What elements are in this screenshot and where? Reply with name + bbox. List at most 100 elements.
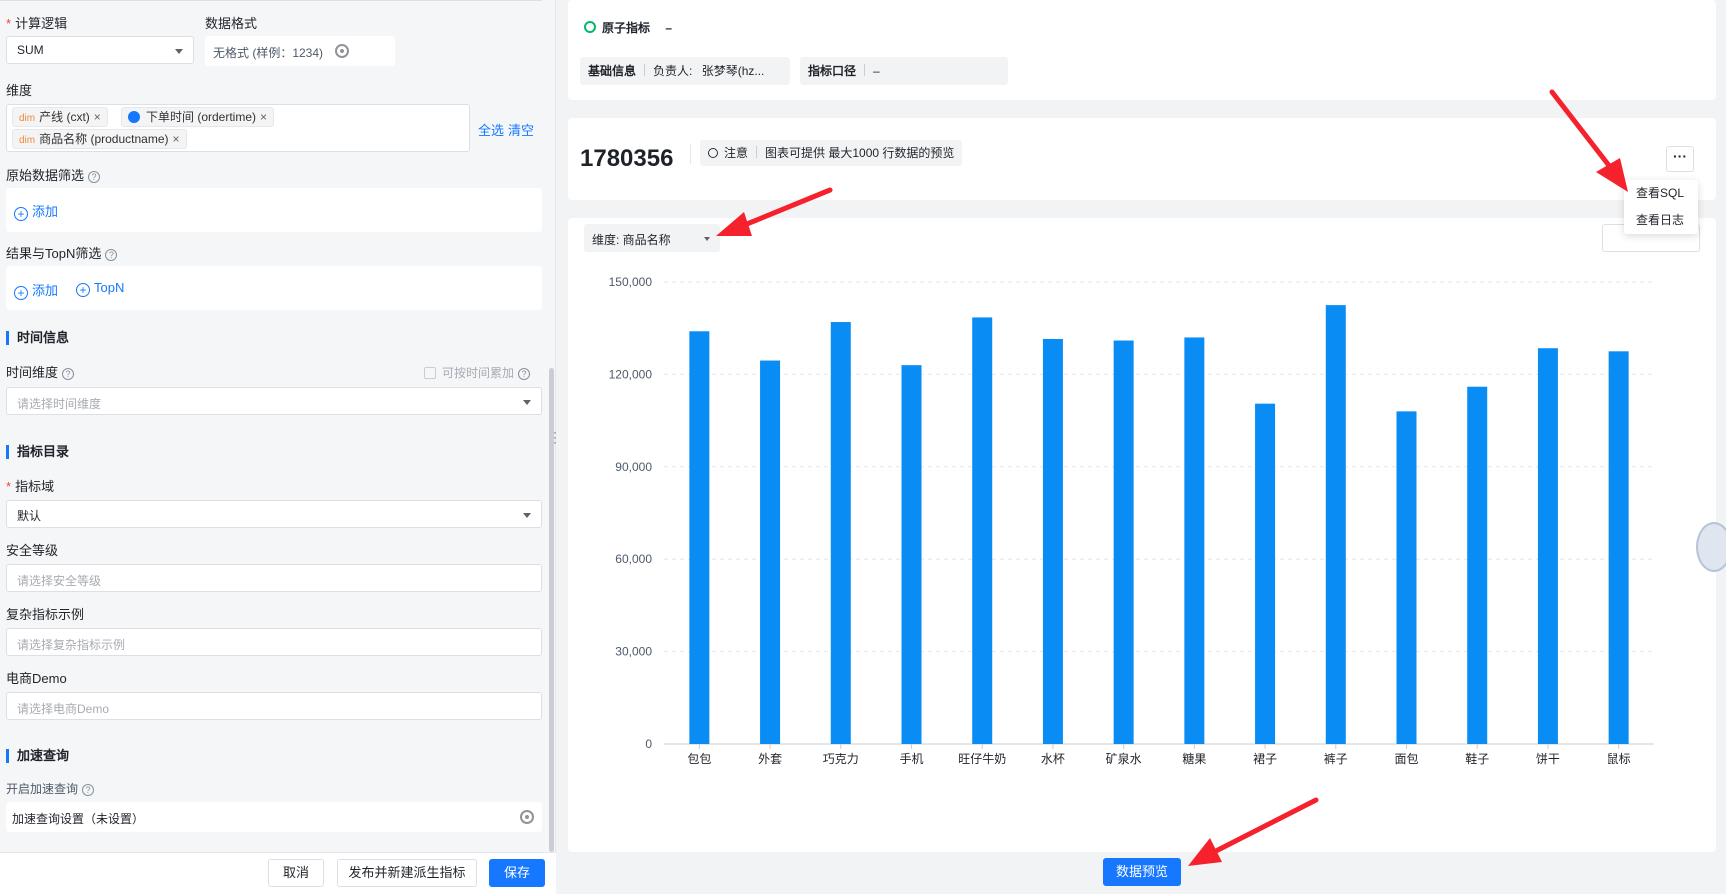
complex-example-label: 复杂指标示例 [6, 607, 85, 622]
dimension-select[interactable]: 维度: 商品名称 [584, 224, 720, 252]
dimension-tag-label: 商品名称 (productname) [39, 132, 169, 146]
x-tick-label: 裙子 [1253, 752, 1277, 766]
raw-filter-label-text: 原始数据筛选 [6, 168, 85, 183]
y-tick-label: 60,000 [615, 552, 652, 566]
add-raw-filter-button[interactable]: + 添加 [14, 201, 58, 221]
data-format-label: 数据格式 [205, 16, 258, 31]
dimension-tag: 下单时间 (ordertime) × [121, 107, 275, 127]
x-tick-label: 手机 [899, 752, 923, 766]
time-dimension-placeholder: 请选择时间维度 [17, 397, 102, 411]
accel-enable-label-text: 开启加速查询 [6, 782, 79, 796]
bar [689, 331, 710, 744]
add-result-filter-button[interactable]: + 添加 [14, 280, 58, 300]
calc-logic-select[interactable]: SUM [6, 36, 194, 64]
lightbulb-icon [708, 148, 718, 158]
dimension-tag: dim 产线 (cxt) × [12, 107, 108, 127]
bar [1184, 337, 1205, 744]
close-icon[interactable]: × [173, 132, 180, 146]
plus-icon: + [14, 286, 28, 300]
dim-icon: dim [19, 135, 36, 146]
bar [901, 365, 922, 744]
chevron-down-icon [523, 513, 531, 518]
notice-text: 图表可提供 最大1000 行数据的预览 [765, 146, 955, 160]
accel-settings-row[interactable]: 加速查询设置（未设置） [6, 802, 542, 832]
divider [0, 0, 542, 1]
bar [1042, 338, 1063, 744]
gear-icon[interactable] [335, 44, 349, 58]
security-select[interactable]: 请选择安全等级 [6, 564, 542, 592]
total-card: 1780356 注意 图表可提供 最大1000 行数据的预览 ··· [568, 118, 1716, 200]
menu-item-view-log[interactable]: 查看日志 [1624, 207, 1698, 234]
raw-filter-label: 原始数据筛选? [6, 165, 101, 184]
bar-chart: 0 30,000 60,000 90,000 120,000 150,000 包包 外套 巧克力… [609, 275, 1654, 766]
owner-label: 负责人: [653, 64, 693, 78]
chevron-down-icon [523, 400, 531, 405]
add-topn-button[interactable]: + TopN [76, 280, 124, 297]
save-button[interactable]: 保存 [489, 859, 545, 887]
bar [1537, 348, 1558, 744]
domain-select[interactable]: 默认 [6, 500, 542, 528]
dimension-tag: dim 商品名称 (productname) × [12, 129, 187, 149]
atomic-metric-value: – [665, 21, 673, 35]
close-icon[interactable]: × [94, 110, 101, 124]
help-icon: ? [62, 367, 75, 380]
add-topn-label: TopN [94, 280, 125, 295]
calc-logic-value: SUM [17, 43, 44, 57]
bar [1255, 403, 1276, 744]
y-tick-label: 150,000 [609, 275, 653, 289]
checkbox-icon [424, 367, 436, 379]
notice-label: 注意 [724, 146, 749, 160]
bar [830, 322, 851, 744]
y-tick-label: 120,000 [609, 367, 653, 381]
help-icon: ? [518, 367, 531, 380]
data-preview-button[interactable]: 数据预览 [1103, 858, 1181, 886]
x-tick-label: 鼠标 [1607, 752, 1631, 766]
more-button[interactable]: ··· [1666, 146, 1694, 172]
time-dimension-label: 时间维度? [6, 362, 75, 381]
x-tick-label: 水杯 [1041, 752, 1065, 766]
chart-card: 维度: 商品名称 0 30,000 60,000 90,000 120,000 150,0… [568, 218, 1716, 852]
complex-example-select[interactable]: 请选择复杂指标示例 [6, 628, 542, 656]
clock-icon [128, 111, 140, 123]
add-raw-filter-label: 添加 [32, 204, 59, 219]
time-accumulate-checkbox[interactable]: 可按时间累加? [424, 364, 531, 381]
ecom-demo-select[interactable]: 请选择电商Demo [6, 692, 542, 720]
dimension-label: 维度 [6, 83, 33, 98]
bar [1113, 340, 1134, 744]
dimension-select-value: 维度: 商品名称 [592, 233, 671, 247]
dimension-multiselect[interactable]: dim 产线 (cxt) × 下单时间 (ordertime) × dim 商品名称 (… [6, 104, 470, 152]
bar [1467, 386, 1488, 744]
time-dimension-select[interactable]: 请选择时间维度 [6, 387, 542, 415]
atomic-metric-label: 原子指标 [602, 21, 651, 35]
x-tick-label: 矿泉水 [1106, 752, 1142, 766]
chevron-down-icon [175, 49, 183, 54]
x-tick-label: 糖果 [1182, 751, 1206, 766]
data-format-field[interactable]: 无格式 (样例：1234) [205, 36, 395, 66]
accel-settings-label: 加速查询设置（未设置） [12, 812, 145, 826]
resize-handle-icon[interactable]: · · · [553, 426, 557, 448]
y-tick-label: 90,000 [615, 460, 652, 474]
publish-derive-button[interactable]: 发布并新建派生指标 [337, 859, 477, 887]
app-root: 计算逻辑 SUM 数据格式 无格式 (样例：1234) 维度 dim产线 (cx… [0, 0, 1726, 894]
plus-icon: + [14, 207, 28, 221]
security-placeholder: 请选择安全等级 [17, 574, 102, 588]
atom-icon [584, 21, 596, 33]
caliber-chip: 指标口径 – [800, 57, 1008, 85]
menu-item-view-sql[interactable]: 查看SQL [1624, 180, 1698, 207]
result-filter-area: + 添加 + TopN [6, 266, 542, 310]
assistant-avatar[interactable] [1696, 522, 1726, 572]
time-accumulate-label: 可按时间累加 [442, 366, 515, 380]
clear-link[interactable]: 清空 [508, 120, 534, 139]
close-icon[interactable]: × [260, 110, 267, 124]
domain-value: 默认 [17, 509, 42, 523]
cancel-button[interactable]: 取消 [268, 859, 324, 887]
x-tick-label: 旺仔牛奶 [958, 751, 1006, 766]
gear-icon[interactable] [520, 810, 534, 824]
select-all-link[interactable]: 全选 [478, 120, 504, 139]
y-tick-label: 30,000 [615, 645, 652, 659]
plus-icon: + [76, 283, 90, 297]
help-icon: ? [88, 170, 101, 183]
basic-info-chip: 基础信息 负责人: 张梦琴(hz... [580, 57, 790, 85]
divider [644, 64, 646, 76]
x-tick-label: 鞋子 [1465, 751, 1489, 766]
